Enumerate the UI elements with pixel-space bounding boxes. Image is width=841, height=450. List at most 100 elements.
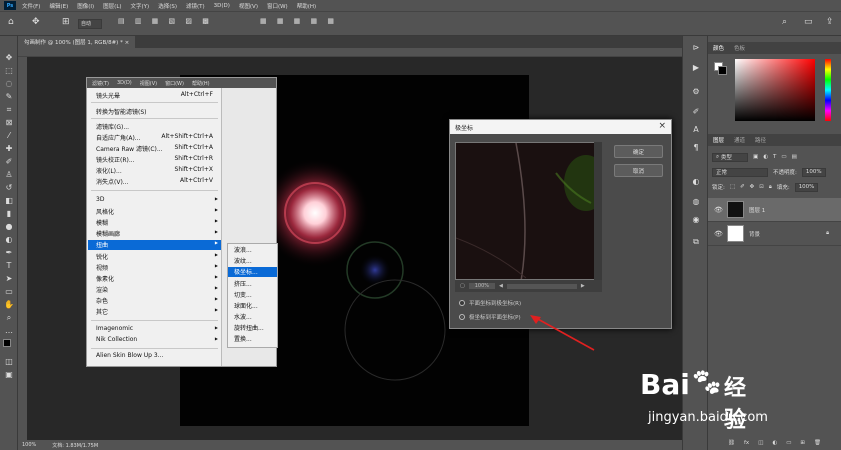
menu-item-video[interactable]: 视频 ▶: [96, 263, 221, 272]
menu-view[interactable]: 视图(V): [239, 2, 258, 10]
crop-icon[interactable]: ⌗: [3, 104, 15, 115]
filter-adjust-icon[interactable]: ◐: [763, 154, 768, 160]
radio-rect-to-polar[interactable]: 平面坐标到极坐标(R): [459, 299, 521, 307]
color-picker-field[interactable]: [735, 59, 815, 121]
stamp-icon[interactable]: ♙: [3, 169, 15, 180]
filter-type-icon[interactable]: T: [773, 154, 776, 160]
group-icon[interactable]: ▭: [786, 440, 791, 446]
history-brush-icon[interactable]: ↺: [3, 182, 15, 193]
hand-icon[interactable]: ✋: [3, 299, 15, 310]
hue-slider[interactable]: [825, 59, 831, 121]
blur-icon[interactable]: ●: [3, 221, 15, 232]
document-tab[interactable]: 勾画制作 @ 100% (图层 1, RGB/8#) * ×: [18, 36, 136, 48]
actions-icon[interactable]: ▶: [690, 62, 702, 73]
submenu-item-spherize[interactable]: 球面化...: [234, 301, 278, 310]
brush-settings-icon[interactable]: ✐: [690, 106, 702, 117]
mask-icon[interactable]: ◫: [758, 440, 763, 446]
workspace-icon[interactable]: ▭: [804, 17, 813, 27]
menu-item-lens-correction[interactable]: 镜头校正(R)... Shift+Ctrl+R: [96, 155, 221, 164]
blend-mode-dropdown[interactable]: 正常: [712, 167, 768, 177]
layer-row[interactable]: 👁︎ 图层 1: [708, 198, 841, 222]
filter-menu-bar-item[interactable]: 3D(D): [117, 80, 132, 86]
home-icon[interactable]: ⌂: [8, 17, 14, 27]
zoom-icon[interactable]: ⌕: [3, 312, 15, 323]
eye-icon[interactable]: 👁︎: [714, 206, 723, 214]
link-icon[interactable]: ⛓︎: [728, 440, 735, 446]
lock-paint-icon[interactable]: ✐: [740, 184, 745, 190]
filter-menu-bar-item[interactable]: 滤镜(T): [92, 80, 109, 87]
background-color-chip[interactable]: [718, 66, 727, 75]
dodge-icon[interactable]: ◐: [3, 234, 15, 245]
filter-menu-bar-item[interactable]: 帮助(H): [192, 80, 210, 87]
lock-pixels-icon[interactable]: ⬚: [730, 184, 735, 190]
menu-file[interactable]: 文件(F): [22, 2, 40, 10]
submenu-item-twirl[interactable]: 旋转扭曲...: [234, 323, 278, 332]
filter-smart-icon[interactable]: ▤: [792, 154, 797, 160]
submenu-item-pinch[interactable]: 挤压...: [234, 279, 278, 288]
menu-item-distort[interactable]: 扭曲 ▶: [88, 240, 221, 250]
trash-icon[interactable]: 🗑︎: [814, 440, 821, 446]
menu-type[interactable]: 文字(Y): [131, 2, 150, 10]
tab-channels[interactable]: 通道: [734, 136, 745, 144]
align-icons[interactable]: ▤ ▥ ▦ ▧ ▨ ▩: [118, 17, 213, 25]
auto-select-dropdown[interactable]: 自动: [78, 19, 102, 29]
tab-swatches[interactable]: 色板: [734, 44, 745, 52]
healing-icon[interactable]: ✚: [3, 143, 15, 154]
filter-menu-bar-item[interactable]: 窗口(W): [165, 80, 184, 87]
submenu-item-wave[interactable]: 波浪...: [234, 245, 278, 254]
cancel-button[interactable]: 取消: [614, 164, 663, 177]
submenu-item-displace[interactable]: 置换...: [234, 334, 278, 343]
menu-item-filter-gallery[interactable]: 滤镜库(G)...: [96, 122, 221, 131]
eye-icon[interactable]: 👁︎: [714, 230, 723, 238]
menu-layer[interactable]: 图层(L): [103, 2, 121, 10]
more-tools-icon[interactable]: …: [3, 325, 15, 336]
submenu-item-zigzag[interactable]: 水波...: [234, 312, 278, 321]
menu-item-camera-raw[interactable]: Camera Raw 滤镜(C)... Shift+Ctrl+A: [96, 144, 221, 153]
adjustments-icon[interactable]: ◐: [690, 176, 702, 187]
submenu-item-polar-coordinates[interactable]: 极坐标...: [228, 267, 277, 277]
tab-layers[interactable]: 图层: [713, 136, 724, 144]
menu-item-lens-flare[interactable]: 镜头光晕 Alt+Ctrl+F: [96, 91, 221, 100]
menu-3d[interactable]: 3D(D): [214, 3, 230, 9]
horizontal-scrollbar[interactable]: [506, 283, 577, 289]
paragraph-icon[interactable]: ¶: [690, 142, 702, 153]
filter-shape-icon[interactable]: ▭: [781, 154, 786, 160]
lock-position-icon[interactable]: ✥: [750, 184, 755, 190]
move-tool-icon[interactable]: ✥: [32, 17, 40, 27]
lasso-icon[interactable]: ◌: [3, 78, 15, 89]
fx-icon[interactable]: fx: [744, 440, 749, 446]
opacity-input[interactable]: 100%: [801, 167, 826, 177]
menu-filter[interactable]: 滤镜(T): [186, 2, 205, 10]
zoom-in-icon[interactable]: ◀: [499, 283, 503, 289]
menu-item-blur-gallery[interactable]: 模糊画廊 ▶: [96, 229, 221, 238]
libraries-icon[interactable]: ◉: [690, 214, 702, 225]
path-select-icon[interactable]: ➤: [3, 273, 15, 284]
close-icon[interactable]: ×: [125, 40, 130, 46]
styles-icon[interactable]: ◍: [690, 196, 702, 207]
layer-row[interactable]: 👁︎ 背景 🔒︎: [708, 222, 841, 246]
menu-select[interactable]: 选择(S): [158, 2, 177, 10]
radio-polar-to-rect[interactable]: 极坐标到平面坐标(P): [459, 313, 521, 321]
menu-item-noise[interactable]: 杂色 ▶: [96, 296, 221, 305]
share-icon[interactable]: ⇪: [826, 17, 834, 27]
filter-preview[interactable]: [455, 142, 599, 280]
pen-icon[interactable]: ✒: [3, 247, 15, 258]
type-icon[interactable]: T: [3, 260, 15, 271]
lock-artboard-icon[interactable]: ⊡: [759, 184, 764, 190]
screen-mode-icon[interactable]: ▣: [3, 369, 15, 380]
scroll-right-icon[interactable]: ▶: [581, 283, 585, 289]
menu-item-other[interactable]: 其它 ▶: [96, 307, 221, 316]
history-icon[interactable]: ⊳: [690, 42, 702, 53]
menu-item-vanishing-point[interactable]: 消失点(V)... Alt+Ctrl+V: [96, 177, 221, 186]
menu-item-alien-skin[interactable]: Alien Skin Blow Up 3...: [96, 352, 221, 359]
submenu-item-shear[interactable]: 切变...: [234, 290, 278, 299]
menu-item-convert-smart[interactable]: 转换为智能滤镜(S): [96, 107, 221, 116]
menu-edit[interactable]: 编辑(E): [49, 2, 68, 10]
lock-all-icon[interactable]: 🔒︎: [769, 184, 772, 191]
new-layer-icon[interactable]: ⊞: [800, 440, 805, 446]
auto-select-icon[interactable]: ⊞: [62, 17, 70, 27]
menu-window[interactable]: 窗口(W): [267, 2, 288, 10]
menu-image[interactable]: 图像(I): [77, 2, 94, 10]
menu-item-sharpen[interactable]: 锐化 ▶: [96, 252, 221, 261]
close-icon[interactable]: ×: [658, 121, 666, 131]
